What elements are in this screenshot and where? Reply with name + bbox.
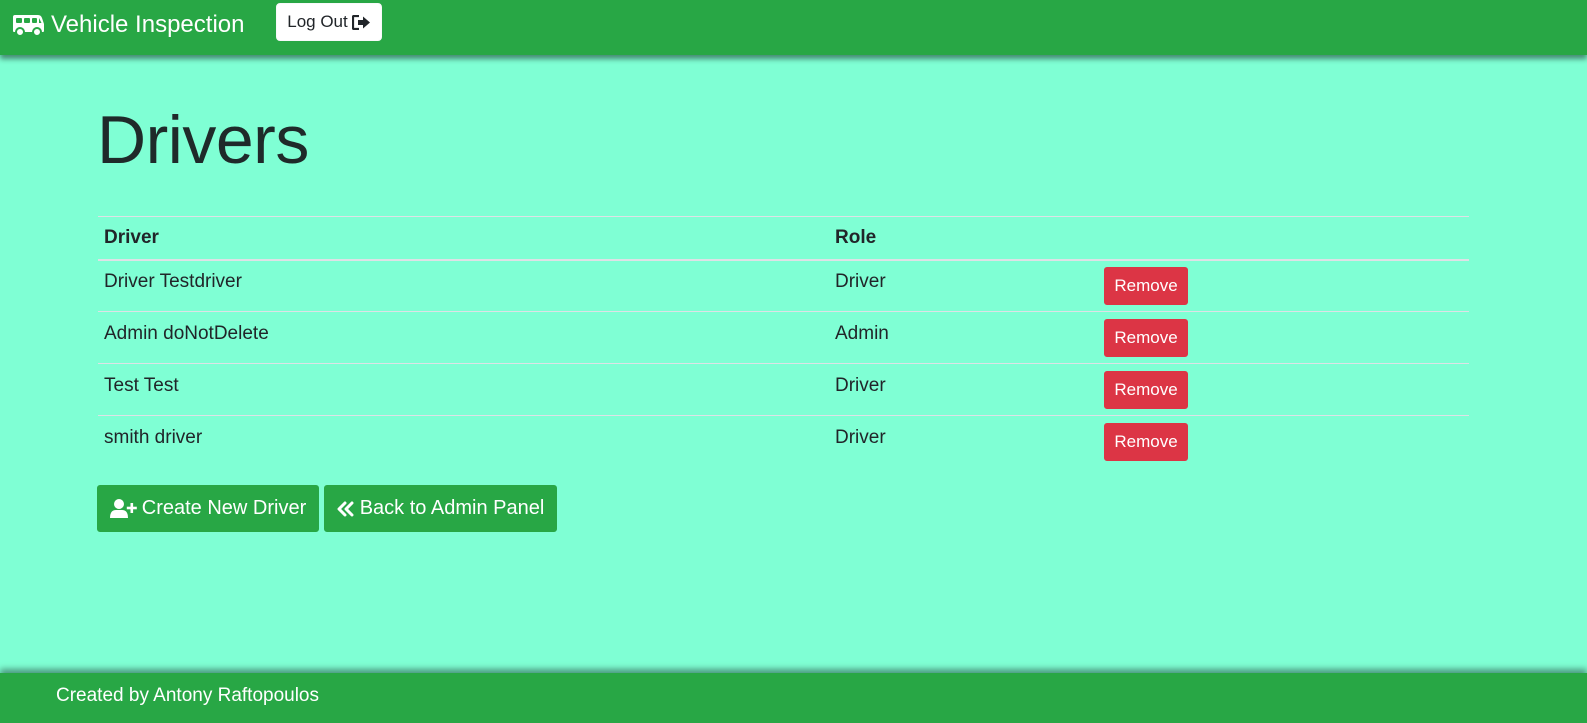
table-header-row: Driver Role [98,216,1469,261]
driver-role: Driver [835,374,886,396]
table-row: Test Test Driver Remove [98,363,1469,416]
driver-role-cell: Driver [829,415,1098,468]
driver-name-cell: Driver Testdriver [98,259,829,312]
bus-icon [12,13,45,37]
remove-button[interactable]: Remove [1104,266,1188,305]
driver-action-cell: Remove [1098,259,1469,312]
driver-name: Driver Testdriver [104,270,242,292]
sign-out-icon [351,14,371,30]
create-new-driver-label: Create New Driver [141,497,307,519]
user-plus-icon [109,498,137,519]
navbar-brand[interactable]: Vehicle Inspection [12,8,244,42]
column-header-driver: Driver [98,216,829,261]
driver-role-cell: Driver [829,259,1098,312]
double-chevron-left-icon [337,501,355,517]
driver-name: Admin doNotDelete [104,322,269,344]
driver-name-cell: smith driver [98,415,829,468]
driver-name: smith driver [104,426,203,448]
driver-name-cell: Test Test [98,363,829,416]
driver-role: Driver [835,270,886,292]
remove-button[interactable]: Remove [1104,318,1188,357]
driver-action-cell: Remove [1098,311,1469,364]
footer-credit: Created by Antony Raftopoulos [56,685,320,706]
driver-role-cell: Driver [829,363,1098,416]
remove-button[interactable]: Remove [1104,422,1188,461]
column-header-role: Role [829,216,1098,261]
navbar: Vehicle Inspection Log Out [0,0,1587,55]
back-to-admin-panel-label: Back to Admin Panel [359,497,545,519]
brand-title: Vehicle Inspection [51,11,245,38]
driver-role: Admin [835,322,889,344]
page-title: Drivers [97,102,309,178]
driver-name: Test Test [104,374,179,396]
driver-name-cell: Admin doNotDelete [98,311,829,364]
table-row: Driver Testdriver Driver Remove [98,259,1469,312]
table-row: Admin doNotDelete Admin Remove [98,311,1469,364]
table-row: smith driver Driver Remove [98,415,1469,468]
logout-button[interactable]: Log Out [276,3,382,41]
drivers-table: Driver Role Driver Testdriver Driver Rem… [98,216,1469,468]
create-new-driver-button[interactable]: Create New Driver [97,485,319,532]
remove-button[interactable]: Remove [1104,370,1188,409]
driver-role: Driver [835,426,886,448]
driver-action-cell: Remove [1098,363,1469,416]
column-header-actions [1098,216,1469,261]
driver-role-cell: Admin [829,311,1098,364]
back-to-admin-panel-button[interactable]: Back to Admin Panel [324,485,557,532]
footer: Created by Antony Raftopoulos [0,673,1587,723]
driver-action-cell: Remove [1098,415,1469,468]
logout-label: Log Out [287,12,348,31]
